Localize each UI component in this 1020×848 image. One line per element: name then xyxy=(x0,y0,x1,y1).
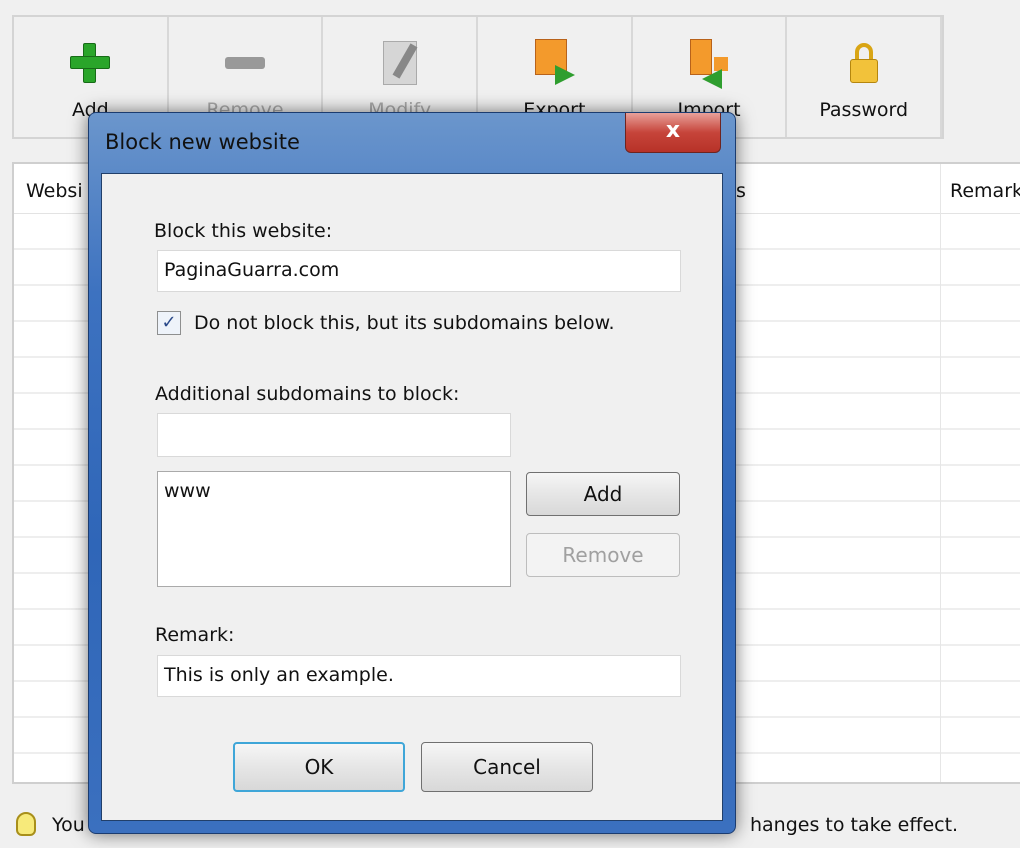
close-button[interactable]: x xyxy=(625,113,721,153)
subdomain-list[interactable]: www xyxy=(157,471,511,587)
ok-button[interactable]: OK xyxy=(233,742,405,792)
column-subdomains[interactable]: s xyxy=(736,180,746,202)
subdomain-list-item[interactable]: www xyxy=(164,480,504,502)
edit-icon xyxy=(377,39,423,85)
dialog-title: Block new website xyxy=(105,130,300,154)
cancel-button[interactable]: Cancel xyxy=(421,742,593,792)
remark-label: Remark: xyxy=(155,624,235,646)
remark-input[interactable]: This is only an example. xyxy=(157,655,681,697)
lock-icon xyxy=(841,39,887,85)
subdomains-label: Additional subdomains to block: xyxy=(155,383,460,405)
import-icon xyxy=(686,39,732,89)
export-icon xyxy=(531,39,577,85)
column-divider xyxy=(940,164,941,782)
subdomains-only-checkbox[interactable]: ✓ xyxy=(157,311,181,335)
status-text-right: hanges to take effect. xyxy=(750,814,959,836)
plus-icon xyxy=(67,39,113,85)
block-website-dialog: Block new website x Block this website: … xyxy=(88,112,736,834)
status-text-left: You xyxy=(52,814,85,836)
password-label: Password xyxy=(819,99,909,121)
minus-icon xyxy=(222,39,268,85)
add-subdomain-button[interactable]: Add xyxy=(526,472,680,516)
lightbulb-icon xyxy=(16,812,36,836)
block-website-label: Block this website: xyxy=(154,220,333,242)
block-website-input[interactable]: PaginaGuarra.com xyxy=(157,250,681,292)
column-remark[interactable]: Remark xyxy=(950,180,1020,202)
dialog-body: Block this website: PaginaGuarra.com ✓ D… xyxy=(101,173,723,821)
column-website[interactable]: Websi xyxy=(26,180,83,202)
subdomain-input[interactable] xyxy=(157,413,511,457)
remove-subdomain-button[interactable]: Remove xyxy=(526,533,680,577)
subdomains-only-label: Do not block this, but its subdomains be… xyxy=(194,312,615,334)
password-toolbar-button[interactable]: Password xyxy=(787,17,943,137)
